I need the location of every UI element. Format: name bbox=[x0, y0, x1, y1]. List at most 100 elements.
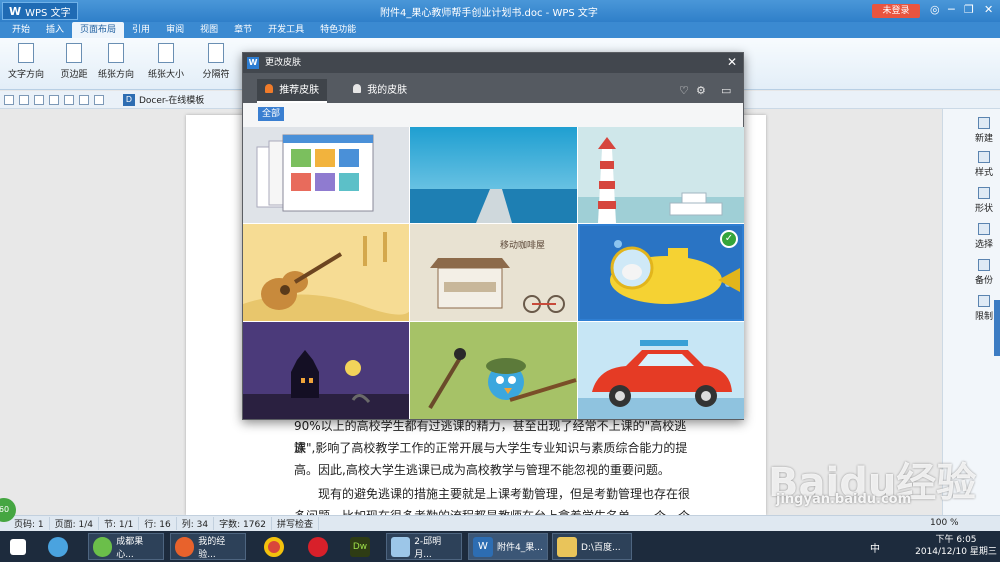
ribbon-tab[interactable]: 引用 bbox=[124, 22, 158, 38]
document-line: 高。因此,高校大学生逃课已成为高校教学与管理不能忽视的重要问题。 bbox=[294, 463, 670, 477]
taskbar-window[interactable]: 我的经验... bbox=[170, 533, 246, 560]
side-panel-label: 备份 bbox=[974, 276, 993, 286]
chrome-icon bbox=[264, 536, 284, 557]
ribbon-button-label: 文字方向 bbox=[7, 70, 44, 80]
print-icon[interactable] bbox=[49, 94, 59, 105]
opera-button[interactable] bbox=[304, 533, 332, 560]
status-words[interactable]: 字数: 1762 bbox=[214, 517, 272, 530]
selected-check-icon: ✓ bbox=[720, 230, 738, 248]
user-icon bbox=[353, 84, 361, 93]
undo-icon[interactable] bbox=[79, 94, 89, 105]
ribbon-button[interactable]: 纸张大小 bbox=[144, 43, 188, 80]
minimize-icon[interactable]: ─ bbox=[948, 3, 955, 16]
ribbon-button-icon bbox=[208, 43, 224, 63]
panel-edge-handle[interactable] bbox=[994, 300, 1000, 356]
side-panel-label: 选择 bbox=[974, 240, 993, 250]
gear-icon[interactable]: ⚙ bbox=[696, 84, 706, 97]
side-panel-item[interactable]: 新建 bbox=[969, 117, 999, 144]
redo-icon[interactable] bbox=[94, 94, 104, 105]
clock-time: 下午 6:05 bbox=[935, 535, 977, 545]
taskbar-window[interactable]: 2-邱明月... bbox=[386, 533, 462, 560]
open-icon[interactable] bbox=[4, 94, 14, 105]
skin-thumbnail-selected[interactable]: ✓ bbox=[578, 224, 744, 321]
close-icon[interactable]: ✕ bbox=[984, 3, 993, 16]
lighthouse-skin-picture bbox=[578, 127, 744, 223]
taskbar-window-label: 2-邱明月... bbox=[414, 536, 442, 560]
ribbon-tab[interactable]: 特色功能 bbox=[312, 22, 364, 38]
side-panel-label: 新建 bbox=[974, 134, 993, 144]
skin-dialog: 更改皮肤 W ✕ 推荐皮肤 我的皮肤 ♡ ⚙ ▭ 全部 移动咖啡屋 ✓ bbox=[242, 52, 744, 420]
ribbon-button[interactable]: 纸张方向 bbox=[94, 43, 138, 80]
dreamweaver-button[interactable]: Dw bbox=[346, 533, 374, 560]
backup-icon bbox=[978, 259, 990, 271]
zoom-level[interactable]: 100 % bbox=[930, 518, 959, 528]
firefox-icon bbox=[175, 536, 195, 557]
comment-icon[interactable]: ▭ bbox=[721, 84, 731, 97]
dialog-tabs: 推荐皮肤 我的皮肤 ♡ ⚙ ▭ bbox=[243, 73, 743, 103]
skin-thumbnail[interactable] bbox=[410, 322, 577, 419]
skin-thumbnail[interactable] bbox=[243, 322, 409, 419]
ribbon-tab[interactable]: 章节 bbox=[226, 22, 260, 38]
ribbon-button-icon bbox=[158, 43, 174, 63]
wps-logo-icon: W bbox=[247, 57, 259, 69]
ribbon-button[interactable]: 分隔符 bbox=[194, 43, 238, 80]
filter-all-button[interactable]: 全部 bbox=[258, 107, 285, 121]
side-panel-item[interactable]: 样式 bbox=[969, 151, 999, 178]
select-icon bbox=[978, 223, 990, 235]
wps-menu-button[interactable]: W WPS 文字 bbox=[2, 2, 78, 20]
ribbon-tab[interactable]: 开始 bbox=[4, 22, 38, 38]
spellcheck-button[interactable]: 拼写检查 bbox=[272, 517, 319, 530]
taskbar-pin-app[interactable] bbox=[44, 533, 72, 560]
docer-tab[interactable]: D Docer-在线模板 bbox=[123, 93, 204, 106]
skin-thumbnail[interactable] bbox=[578, 322, 744, 419]
login-button[interactable]: 未登录 bbox=[872, 4, 920, 18]
save-icon[interactable] bbox=[19, 94, 29, 105]
skin-thumbnail[interactable] bbox=[578, 127, 744, 223]
side-panel-label: 限制 bbox=[974, 312, 993, 322]
ribbon-button-icon bbox=[108, 43, 124, 63]
ribbon-tab[interactable]: 审阅 bbox=[158, 22, 192, 38]
skin-thumbnail[interactable] bbox=[243, 127, 409, 223]
wps-writer-icon: W bbox=[473, 536, 493, 557]
heart-icon[interactable]: ♡ bbox=[679, 84, 689, 97]
input-language[interactable]: 中 bbox=[870, 540, 880, 555]
side-panel-item[interactable]: 选择 bbox=[969, 223, 999, 250]
maximize-icon[interactable]: ❐ bbox=[964, 3, 974, 16]
ribbon-tab[interactable]: 插入 bbox=[38, 22, 72, 38]
tab-recommended-skins[interactable]: 推荐皮肤 bbox=[257, 79, 328, 103]
ribbon-tab[interactable]: 开发工具 bbox=[260, 22, 312, 38]
dreamweaver-icon: Dw bbox=[350, 536, 370, 557]
skin-thumbnail[interactable] bbox=[410, 127, 577, 223]
dialog-close-icon[interactable]: ✕ bbox=[727, 55, 737, 69]
taskbar-window-active[interactable]: W 附件4_果... bbox=[468, 533, 548, 560]
start-button[interactable] bbox=[6, 533, 30, 560]
taskbar-window-label: 我的经验... bbox=[198, 536, 226, 560]
skin-thumbnail[interactable]: 移动咖啡屋 bbox=[410, 224, 577, 321]
ribbon-button-label: 纸张大小 bbox=[147, 70, 184, 80]
tab-my-skins[interactable]: 我的皮肤 bbox=[345, 79, 415, 103]
wps-logo-icon: W bbox=[9, 4, 22, 18]
skin-grid: 移动咖啡屋 ✓ bbox=[243, 127, 744, 419]
side-panel-item[interactable]: 形状 bbox=[969, 187, 999, 214]
ribbon-button-label: 页边距 bbox=[60, 70, 88, 80]
system-clock[interactable]: 下午 6:05 2014/12/10 星期三 bbox=[914, 534, 998, 558]
taskbar-window[interactable]: D:\百度... bbox=[552, 533, 632, 560]
export-icon[interactable] bbox=[34, 94, 44, 105]
chrome-button[interactable] bbox=[260, 533, 288, 560]
ribbon-tab[interactable]: 页面布局 bbox=[72, 22, 125, 38]
opera-icon bbox=[308, 536, 328, 557]
skin-icon[interactable]: ◎ bbox=[930, 3, 940, 16]
taskbar-window-label: D:\百度... bbox=[581, 543, 621, 553]
tab-recommended-label: 推荐皮肤 bbox=[279, 85, 320, 96]
preview-icon[interactable] bbox=[64, 94, 74, 105]
skin-thumbnail[interactable] bbox=[243, 224, 409, 321]
side-panel-item[interactable]: 备份 bbox=[969, 259, 999, 286]
ribbon-button[interactable]: 页边距 bbox=[52, 43, 96, 80]
docer-tab-label: Docer-在线模板 bbox=[139, 96, 205, 106]
ribbon-tab[interactable]: 视图 bbox=[192, 22, 226, 38]
restrict-icon bbox=[978, 295, 990, 307]
pinned-app-icon bbox=[48, 536, 68, 557]
taskbar-window[interactable]: 成都果心... bbox=[88, 533, 164, 560]
ribbon-button[interactable]: 文字方向 bbox=[4, 43, 48, 80]
status-page: 页面: 1/4 bbox=[50, 517, 100, 530]
